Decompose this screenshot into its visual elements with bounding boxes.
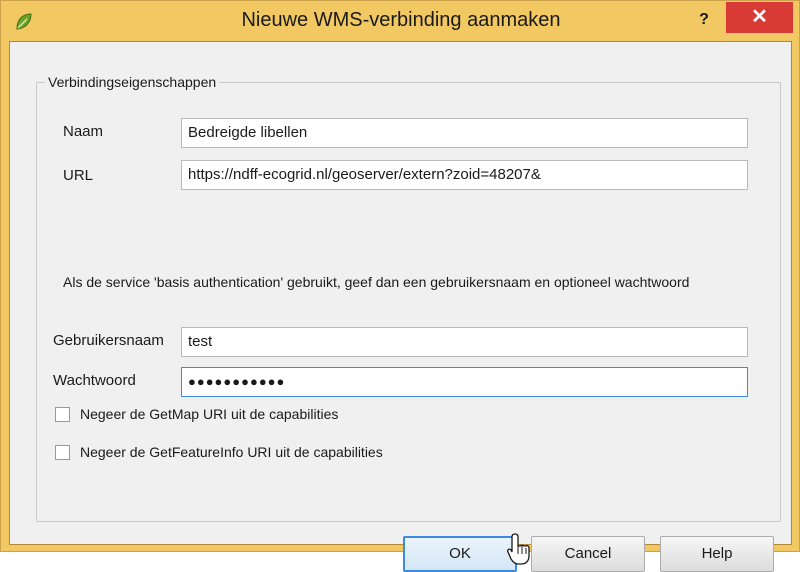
- ignore-getmap-label[interactable]: Negeer de GetMap URI uit de capabilities: [80, 406, 338, 422]
- close-button[interactable]: ✕: [726, 2, 793, 33]
- help-button[interactable]: Help: [660, 536, 774, 572]
- url-label: URL: [63, 167, 94, 184]
- window-title: Nieuwe WMS-verbinding aanmaken: [241, 9, 561, 31]
- dialog-client-area: Verbindingseigenschappen Naam Bedreigde …: [9, 41, 792, 572]
- ignore-getmap-checkbox[interactable]: [55, 407, 70, 422]
- name-label: Naam: [63, 123, 104, 140]
- username-label: Gebruikersnaam: [53, 332, 164, 349]
- cancel-button[interactable]: Cancel: [531, 536, 645, 572]
- context-help-button[interactable]: ?: [691, 7, 717, 33]
- ok-button[interactable]: OK: [403, 536, 517, 572]
- password-input[interactable]: ●●●●●●●●●●●: [181, 367, 748, 397]
- name-input[interactable]: Bedreigde libellen: [181, 118, 748, 148]
- group-title: Verbindingseigenschappen: [45, 74, 220, 90]
- ignore-getfeatureinfo-label[interactable]: Negeer de GetFeatureInfo URI uit de capa…: [80, 444, 383, 460]
- ignore-getfeatureinfo-checkbox[interactable]: [55, 445, 70, 460]
- authentication-info-text: Als de service 'basis authentication' ge…: [63, 274, 690, 290]
- mouse-pointer-icon: [506, 532, 532, 566]
- username-input[interactable]: test: [181, 327, 748, 357]
- dialog-window: Nieuwe WMS-verbinding aanmaken ? ✕ Verbi…: [0, 0, 800, 572]
- password-label: Wachtwoord: [53, 372, 136, 389]
- url-input[interactable]: https://ndff-ecogrid.nl/geoserver/extern…: [181, 160, 748, 190]
- title-bar[interactable]: Nieuwe WMS-verbinding aanmaken ? ✕: [1, 1, 800, 41]
